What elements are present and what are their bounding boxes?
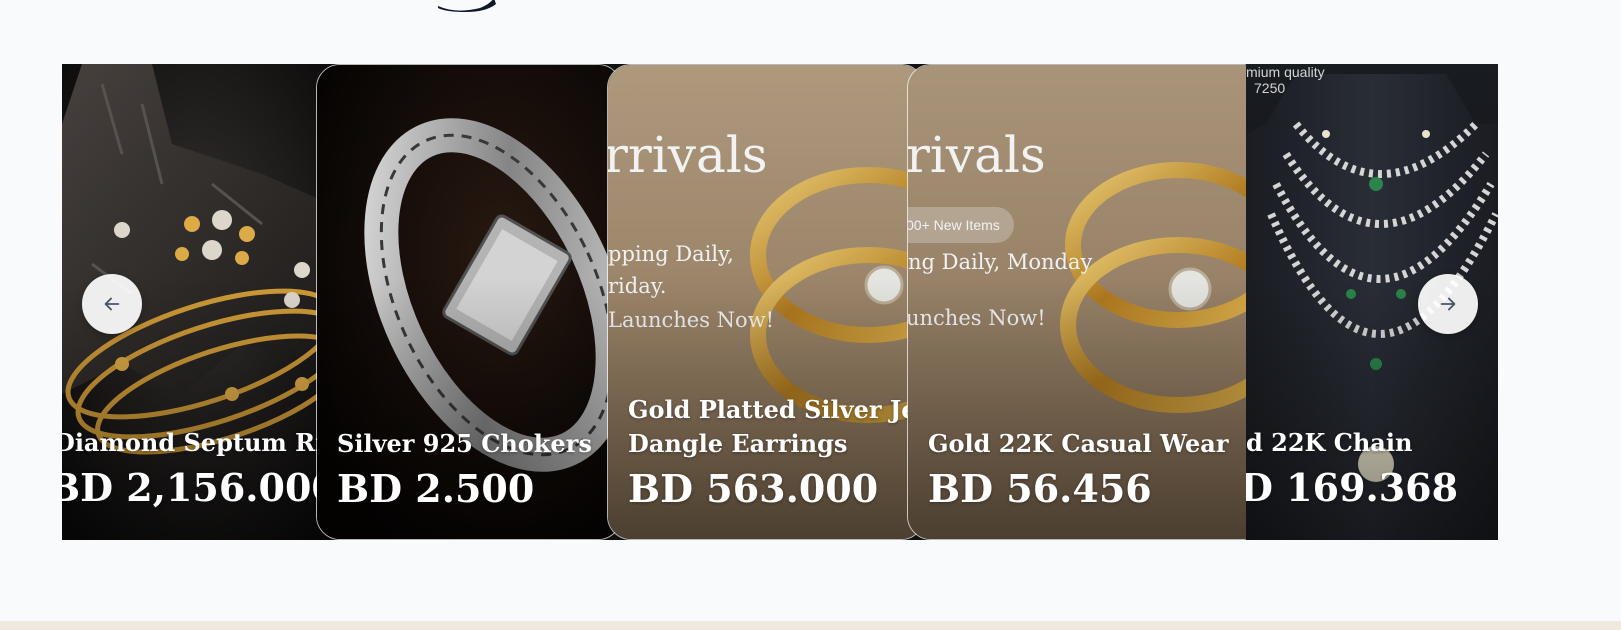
banner-headline: rrivals [607, 126, 768, 184]
banner-line-3: Launches Now! [608, 308, 775, 332]
product-title-line-2: Dangle Earrings [628, 429, 848, 458]
product-card[interactable]: rivals 00+ New Items ng Daily, Monday un… [907, 64, 1267, 540]
product-card[interactable]: Silver 925 Chokers BD 2.500 [316, 64, 622, 540]
footer-band [0, 621, 1621, 630]
banner-line-2: riday. [608, 274, 667, 298]
product-price: BD 56.456 [928, 466, 1152, 511]
banner-line-1: pping Daily, [608, 242, 734, 266]
product-title: Gold 22K Casual Wear [928, 429, 1229, 458]
product-price: BD 2.500 [337, 466, 535, 511]
promo-text-1: mium quality [1246, 64, 1325, 80]
arrow-right-icon [1440, 297, 1456, 311]
product-price: BD 563.000 [628, 466, 879, 511]
page: Diamond Septum Rings BD 2,156.000 [0, 0, 1621, 630]
banner-line-2: unches Now! [907, 306, 1046, 330]
new-items-pill: 00+ New Items [908, 207, 1014, 243]
product-title: Silver 925 Chokers [337, 429, 592, 458]
banner-headline: rivals [907, 126, 1046, 184]
arrow-left-icon [104, 297, 120, 311]
product-price: BD 2,156.000 [62, 465, 330, 510]
banner-line-1: ng Daily, Monday [908, 250, 1093, 274]
section-heading-fragment [436, 0, 510, 12]
heading-glyph-fragment [438, 0, 496, 12]
product-card[interactable]: rrivals pping Daily, riday. Launches Now… [607, 64, 925, 540]
product-title: Diamond Septum Rings [62, 428, 322, 457]
product-carousel: Diamond Septum Rings BD 2,156.000 [62, 64, 1498, 540]
product-title-line-1: Gold Platted Silver Jewell [628, 395, 916, 424]
prev-slide-button[interactable] [82, 274, 142, 334]
promo-text-2: 7250 [1254, 80, 1286, 96]
next-slide-button[interactable] [1418, 274, 1478, 334]
product-price: D 169.368 [1246, 465, 1459, 510]
product-title: d 22K Chain [1246, 428, 1413, 457]
